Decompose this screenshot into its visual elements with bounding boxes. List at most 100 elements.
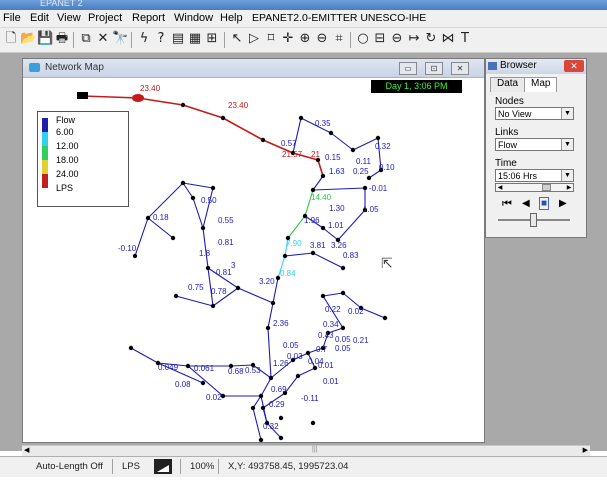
back-icon[interactable]: ◀ [522, 198, 530, 209]
browser-panel[interactable]: Browser ✕ Data Map Nodes No View ▼ Links… [485, 58, 587, 238]
junction-node[interactable] [310, 420, 316, 426]
speed-slider-thumb[interactable] [530, 213, 537, 227]
junction-node[interactable] [310, 187, 316, 193]
pipe-link[interactable] [202, 187, 214, 229]
junction-node[interactable] [278, 435, 284, 441]
pipe-link[interactable] [134, 217, 149, 257]
junction-node[interactable] [258, 393, 264, 399]
junction-node[interactable] [260, 405, 266, 411]
pipe-link[interactable] [312, 252, 344, 269]
junction-node[interactable] [250, 405, 256, 411]
junction-node[interactable] [298, 115, 304, 121]
network-map-window[interactable]: Network Map ▭ ⊡ ✕ Day 1, 3:06 PM Flow 6.… [22, 58, 485, 443]
menu-file[interactable]: File [3, 12, 21, 24]
query-icon[interactable]: ? [153, 31, 169, 47]
junction-node[interactable] [328, 130, 334, 136]
pipe-link[interactable] [330, 132, 354, 151]
pipe-link[interactable] [130, 347, 159, 364]
pipe-link[interactable] [182, 104, 224, 119]
add-label-icon[interactable]: T [457, 31, 473, 47]
add-pump-icon[interactable]: ↻ [423, 31, 439, 47]
junction-node[interactable] [185, 363, 191, 369]
pipe-link[interactable] [287, 215, 306, 239]
auto-length-status[interactable]: Auto-Length Off [36, 461, 103, 472]
minimize-icon[interactable]: ▭ [399, 62, 417, 75]
pipe-link[interactable] [82, 95, 139, 99]
junction-node[interactable] [340, 265, 346, 271]
junction-node[interactable] [382, 315, 388, 321]
pipe-link[interactable] [182, 182, 214, 189]
network-graph[interactable]: 23.4023.400.350.5721.57 21 0.150.320.111.6… [23, 78, 484, 442]
pipe-link[interactable] [222, 117, 264, 141]
pipe-link[interactable] [342, 292, 362, 309]
pipe-link[interactable] [312, 187, 366, 191]
junction-node[interactable] [200, 380, 206, 386]
graph-icon[interactable]: ▤ [170, 31, 186, 47]
junction-node[interactable] [310, 250, 316, 256]
menu-edit[interactable]: Edit [30, 12, 49, 24]
reservoir-node[interactable] [77, 92, 88, 99]
print-icon[interactable]: 🖶 [54, 31, 70, 47]
junction-node[interactable] [362, 185, 368, 191]
select-region-icon[interactable]: ⌑ [263, 31, 279, 47]
tab-map[interactable]: Map [524, 77, 558, 92]
pipe-link[interactable] [252, 407, 262, 441]
junction-node[interactable] [200, 225, 206, 231]
junction-node[interactable] [340, 325, 346, 331]
junction-node[interactable] [265, 325, 271, 331]
junction-node[interactable] [170, 235, 176, 241]
junction-node[interactable] [258, 437, 264, 442]
pipe-link[interactable] [175, 295, 214, 307]
tab-data[interactable]: Data [490, 77, 526, 92]
pipe-link[interactable] [262, 407, 268, 424]
time-scrollbar[interactable]: ◀ ▶ [495, 183, 574, 192]
junction-node[interactable] [340, 290, 346, 296]
menu-report[interactable]: Report [132, 12, 165, 24]
nodes-select[interactable]: No View ▼ [495, 107, 574, 120]
browser-title-bar[interactable]: Browser ✕ [486, 59, 586, 74]
menu-view[interactable]: View [57, 12, 81, 24]
junction-node[interactable] [220, 115, 226, 121]
junction-node[interactable] [320, 293, 326, 299]
forward-icon[interactable]: ▶ [559, 198, 567, 209]
scroll-left-icon[interactable]: ◀ [24, 446, 29, 454]
junction-node[interactable] [320, 173, 326, 179]
add-tank-icon[interactable]: ⊖ [389, 31, 405, 47]
add-valve-icon[interactable]: ⋈ [440, 31, 456, 47]
copy-icon[interactable]: ⧉ [78, 31, 94, 47]
junction-node[interactable] [312, 365, 318, 371]
menu-project[interactable]: Project [88, 12, 122, 24]
delete-icon[interactable]: ✕ [95, 31, 111, 47]
scroll-left-icon[interactable]: ◀ [496, 184, 504, 191]
junction-node[interactable] [190, 195, 196, 201]
options-icon[interactable]: ⊞ [204, 31, 220, 47]
junction-node[interactable] [366, 175, 372, 181]
junction-node[interactable] [210, 303, 216, 309]
pump-node[interactable] [132, 94, 144, 102]
pipe-link[interactable] [202, 227, 209, 269]
junction-node[interactable] [180, 102, 186, 108]
junction-node[interactable] [180, 180, 186, 186]
junction-node[interactable] [350, 147, 356, 153]
stop-icon[interactable]: ■ [539, 197, 550, 210]
zoom-out-icon[interactable]: ⊖ [314, 31, 330, 47]
junction-node[interactable] [270, 300, 276, 306]
menu-help[interactable]: Help [220, 12, 243, 24]
junction-node[interactable] [173, 293, 179, 299]
junction-node[interactable] [260, 137, 266, 143]
pipe-link[interactable] [260, 377, 272, 397]
pipe-link[interactable] [284, 252, 314, 257]
menu-window[interactable]: Window [174, 12, 213, 24]
add-junction-icon[interactable]: ○ [355, 31, 371, 47]
pipe-link[interactable] [322, 292, 344, 297]
table-icon[interactable]: ▦ [187, 31, 203, 47]
scroll-right-icon[interactable]: ▶ [583, 446, 588, 454]
full-extent-icon[interactable]: ⌗ [331, 31, 347, 47]
junction-node[interactable] [320, 225, 326, 231]
junction-node[interactable] [132, 253, 138, 259]
save-icon[interactable]: 💾 [37, 31, 53, 47]
junction-node[interactable] [235, 285, 241, 291]
rewind-icon[interactable]: ⏮ [502, 198, 512, 211]
pipe-link[interactable] [317, 159, 324, 177]
close-icon[interactable]: ✕ [451, 62, 469, 75]
